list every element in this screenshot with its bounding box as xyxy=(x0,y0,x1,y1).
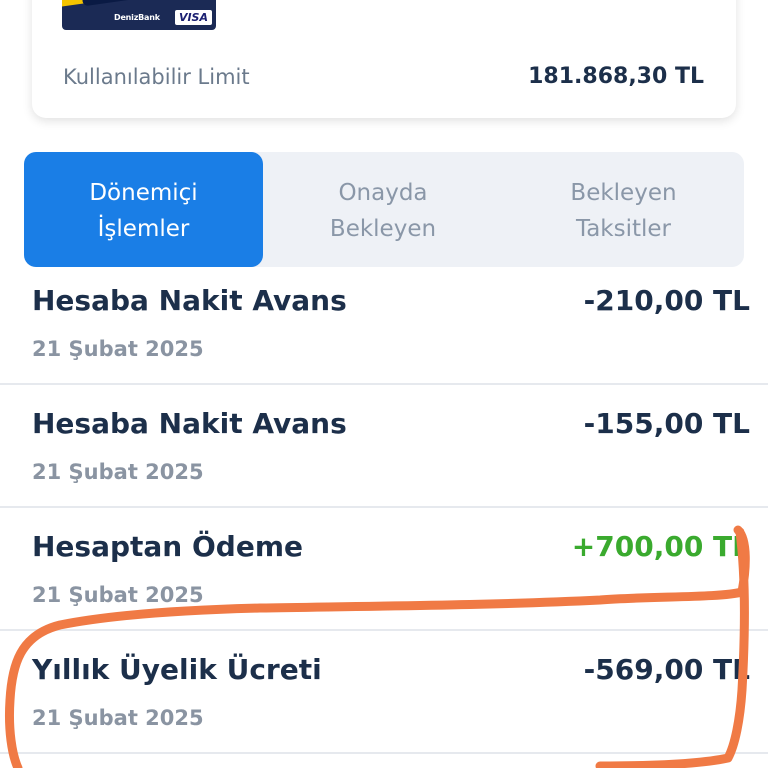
transaction-title: Yıllık Üyelik Ücreti xyxy=(32,653,322,686)
tab-pending-installments[interactable]: Bekleyen Taksitler xyxy=(503,152,744,267)
transaction-date: 21 Şubat 2025 xyxy=(32,460,204,484)
visa-logo: VISA xyxy=(174,10,212,25)
transaction-amount: +700,00 TL xyxy=(571,530,750,563)
credit-card-image: DenizBank VISA xyxy=(62,0,216,30)
transaction-tabs: Dönemiçi İşlemler Onayda Bekleyen Bekley… xyxy=(24,152,744,267)
available-limit-label: Kullanılabilir Limit xyxy=(63,65,250,89)
tab-label-line2: İşlemler xyxy=(97,215,190,242)
transaction-date: 21 Şubat 2025 xyxy=(32,337,204,361)
tab-label-line1: Bekleyen xyxy=(570,179,677,206)
transaction-date: 21 Şubat 2025 xyxy=(32,583,204,607)
transaction-title: Hesaba Nakit Avans xyxy=(32,407,347,440)
transaction-date: 21 Şubat 2025 xyxy=(32,706,204,730)
transaction-row[interactable]: Hesaptan Ödeme 21 Şubat 2025 +700,00 TL xyxy=(0,508,768,631)
tab-label-line2: Bekleyen xyxy=(329,215,437,242)
tab-period-transactions[interactable]: Dönemiçi İşlemler xyxy=(24,152,263,267)
transaction-amount: -155,00 TL xyxy=(583,407,750,440)
transaction-title: Hesaba Nakit Avans xyxy=(32,284,347,317)
available-limit-value: 181.868,30 TL xyxy=(528,64,704,89)
tab-label-line2: Taksitler xyxy=(575,215,672,242)
card-bank-logo: DenizBank xyxy=(114,13,160,22)
tab-label-line1: Dönemiçi xyxy=(89,179,198,206)
transaction-row[interactable]: Hesaba Nakit Avans 21 Şubat 2025 -155,00… xyxy=(0,385,768,508)
tab-pending-approval[interactable]: Onayda Bekleyen xyxy=(263,152,503,267)
tab-label-line1: Onayda xyxy=(338,179,428,206)
transaction-amount: -210,00 TL xyxy=(583,284,750,317)
screen-background: DenizBank VISA Kullanılabilir Limit 181.… xyxy=(0,0,768,768)
transaction-row[interactable]: Yıllık Üyelik Ücreti 21 Şubat 2025 -569,… xyxy=(0,631,768,754)
transaction-title: Hesaptan Ödeme xyxy=(32,530,303,563)
card-stripe-dark xyxy=(81,0,203,7)
transaction-row[interactable]: Hesaba Nakit Avans 21 Şubat 2025 -210,00… xyxy=(0,262,768,385)
transaction-amount: -569,00 TL xyxy=(583,653,750,686)
card-summary[interactable]: DenizBank VISA Kullanılabilir Limit 181.… xyxy=(32,0,736,118)
